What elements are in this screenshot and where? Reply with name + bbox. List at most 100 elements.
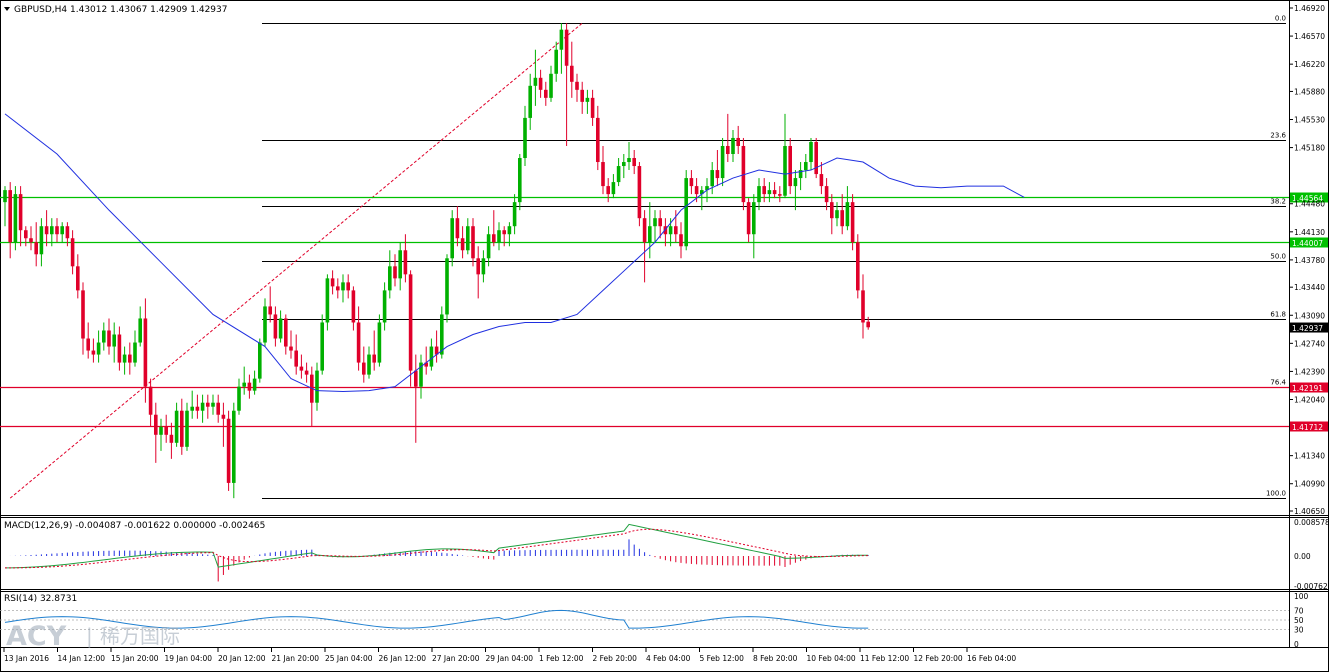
candle-body — [55, 226, 59, 235]
candle-body — [232, 410, 236, 483]
candle-body — [523, 117, 527, 159]
candle-body — [746, 202, 751, 235]
time-tick-label: 5 Feb 12:00 — [700, 654, 745, 663]
candle — [684, 170, 688, 251]
candle-body — [590, 97, 595, 118]
price-tick-label: 1.45530 — [1294, 116, 1325, 125]
candle-body — [689, 178, 694, 187]
candle-body — [304, 370, 309, 375]
candle-body — [408, 274, 413, 371]
candle — [856, 234, 860, 299]
time-tick-label: 11 Feb 12:00 — [860, 654, 909, 663]
candle-body — [372, 354, 376, 363]
price-tick-label: 1.42740 — [1294, 339, 1325, 348]
candle-body — [850, 202, 855, 243]
candle-body — [346, 282, 350, 291]
candle-body — [294, 350, 298, 367]
logo-divider: | — [86, 624, 93, 648]
rsi-tick-label: 0 — [1294, 640, 1299, 649]
candle-body — [398, 250, 402, 279]
candle-body — [580, 89, 584, 102]
candle-body — [653, 218, 657, 227]
macd-tick-label: 0.00 — [1294, 552, 1311, 561]
candle-body — [247, 382, 252, 391]
candle-body — [50, 226, 54, 235]
candle-body — [518, 158, 522, 203]
candle-body — [86, 338, 90, 351]
candle-body — [554, 49, 558, 74]
time-tick-label: 26 Jan 12:00 — [379, 654, 427, 663]
candle-body — [273, 314, 278, 339]
candle-body — [466, 226, 470, 251]
candle-body — [289, 346, 293, 351]
candle-body — [445, 258, 449, 315]
candle-body — [575, 81, 579, 90]
price-tick-label: 1.42390 — [1294, 367, 1325, 376]
candle-body — [382, 290, 387, 323]
candle-body — [440, 314, 444, 355]
candle-body — [757, 186, 761, 203]
time-tick-label: 14 Jan 12:00 — [58, 654, 106, 663]
candle-body — [18, 194, 23, 231]
candle-body — [242, 382, 246, 387]
rsi-tick-label: 50 — [1294, 616, 1304, 625]
candle-body — [538, 77, 543, 90]
candle-body — [601, 162, 605, 187]
candle-body — [128, 354, 132, 363]
candle-body — [180, 410, 184, 447]
candle — [226, 410, 231, 491]
candle-body — [138, 318, 142, 343]
candle-body — [185, 410, 189, 447]
candle-body — [221, 414, 226, 419]
candle-body — [507, 226, 512, 235]
candle-body — [752, 202, 756, 235]
time-tick-label: 10 Feb 04:00 — [807, 654, 856, 663]
candle — [450, 210, 454, 267]
candle-body — [414, 370, 418, 387]
candle-body — [778, 194, 782, 196]
candle-body — [268, 306, 272, 315]
fib-label: 100.0 — [1266, 490, 1286, 498]
candle-body — [804, 162, 808, 171]
price-tick-label: 1.45180 — [1294, 144, 1325, 153]
candle-body — [3, 190, 7, 203]
candle-body — [315, 370, 319, 403]
candle-body — [835, 210, 839, 219]
candle — [445, 254, 449, 323]
candle-body — [325, 278, 330, 323]
candle-body — [840, 210, 844, 227]
candle-body — [76, 266, 80, 291]
price-tick-label: 1.41340 — [1294, 452, 1325, 461]
candle-body — [320, 322, 324, 371]
candle-body — [627, 158, 631, 163]
candle-body — [809, 141, 813, 163]
candle-body — [861, 290, 865, 323]
rsi-tick-label: 30 — [1294, 626, 1304, 635]
candle-body — [154, 414, 158, 435]
candle-body — [668, 226, 673, 235]
candle-body — [476, 258, 480, 275]
candle-body — [122, 354, 127, 363]
candle-body — [622, 162, 626, 167]
price-tick-label: 1.43780 — [1294, 256, 1325, 265]
price-tick-label: 1.45880 — [1294, 87, 1325, 96]
price-tick-label: 1.46920 — [1294, 4, 1325, 13]
candle — [814, 137, 818, 179]
candle-body — [237, 386, 241, 411]
candle-body — [814, 141, 818, 175]
candle-body — [845, 202, 850, 227]
candle-body — [720, 145, 725, 179]
candle-body — [596, 117, 600, 163]
candle-body — [856, 242, 860, 291]
candle-body — [715, 170, 720, 179]
candle-body — [299, 366, 304, 371]
time-tick-label: 8 Feb 20:00 — [753, 654, 798, 663]
candle — [408, 270, 413, 387]
candle-body — [148, 386, 153, 415]
logo-text: ACY — [6, 621, 67, 652]
candle-body — [24, 230, 28, 239]
candle-body — [824, 186, 829, 203]
candle — [788, 137, 792, 195]
symbol-header: GBPUSD,H4 1.43012 1.43067 1.42909 1.4293… — [14, 5, 227, 15]
candle-body — [143, 318, 148, 387]
